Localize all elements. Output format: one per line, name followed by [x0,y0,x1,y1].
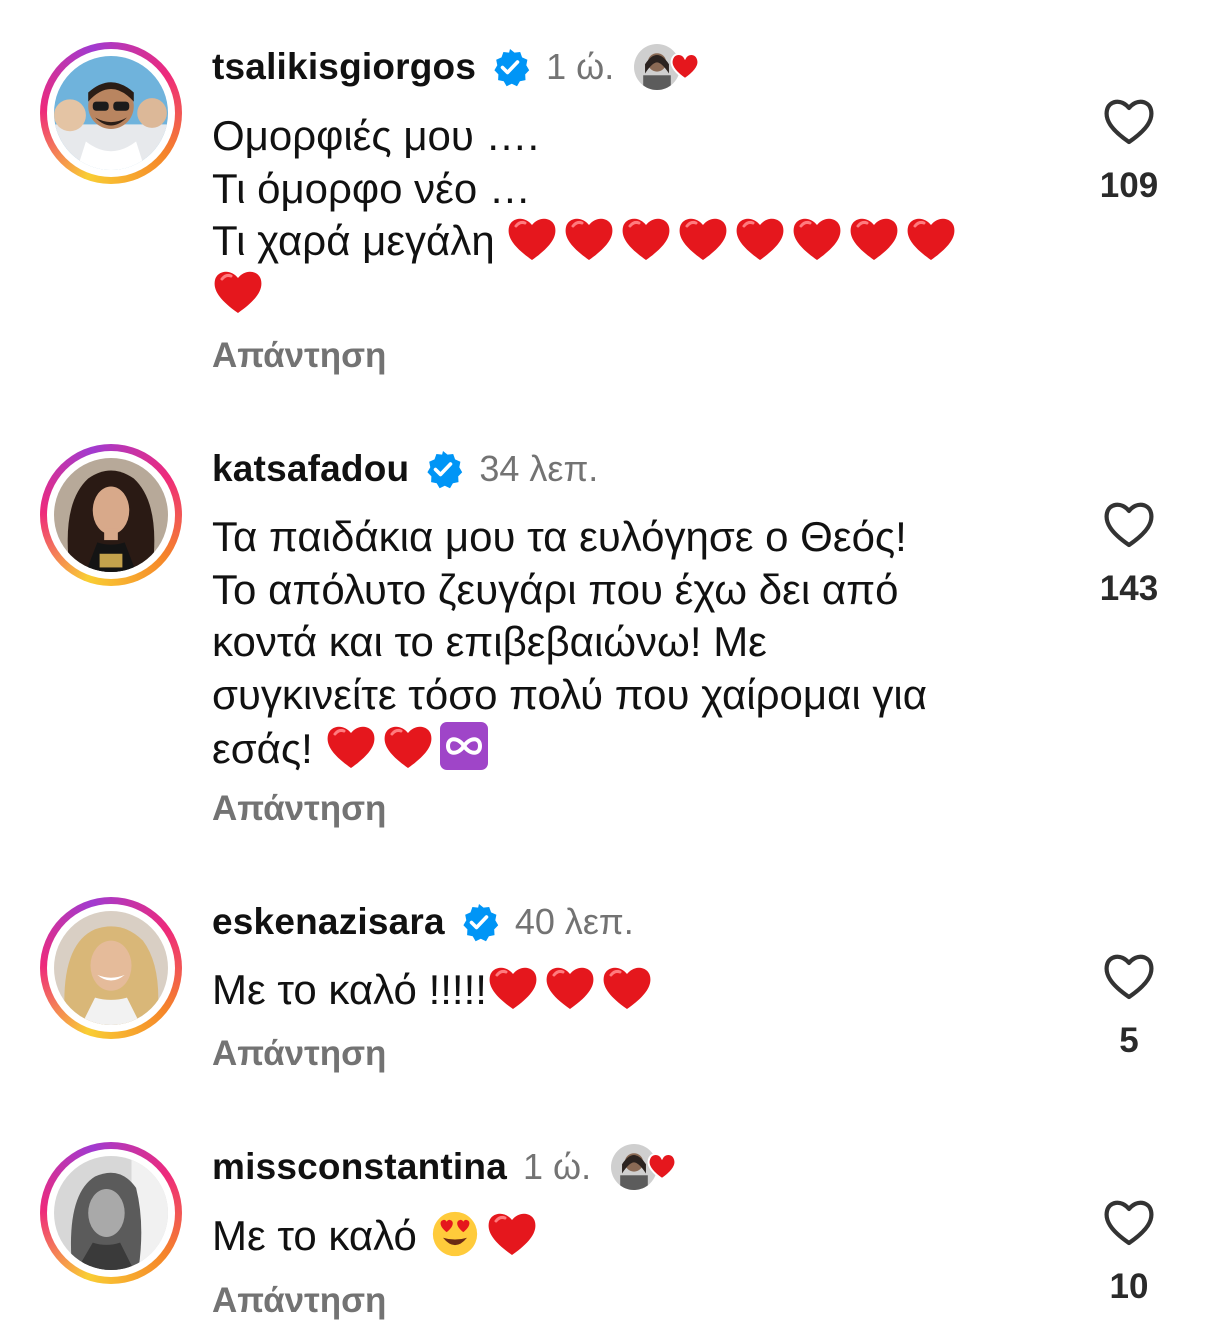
comment-username[interactable]: tsalikisgiorgos [212,46,476,88]
red-heart-emoji-icon [736,218,784,260]
reply-button[interactable]: Απάντηση [212,789,386,829]
comment-text: Τα παιδάκια μου τα ευλόγησε ο Θεός! Το α… [212,513,927,772]
heart-icon [670,53,700,80]
avatar[interactable] [40,42,182,184]
red-heart-emoji-icon [850,218,898,260]
comment-time: 1 ώ. [546,46,615,87]
comment-time: 1 ώ. [522,1146,592,1187]
red-heart-emoji-icon [384,726,431,768]
like-heart-icon[interactable] [1102,96,1156,146]
like-count: 109 [1099,166,1159,205]
red-heart-emoji-icon [489,967,537,1009]
infinity-emoji-icon [439,722,488,770]
like-heart-icon[interactable] [1102,1197,1156,1247]
comment-time: 34 λεπ. [479,448,599,489]
comment-text: Με το καλό [212,1210,1072,1263]
red-heart-emoji-icon [793,218,841,260]
red-heart-emoji-icon [488,1213,535,1255]
red-heart-emoji-icon [907,218,955,260]
comment-username[interactable]: missconstantina [212,1146,507,1188]
like-heart-icon[interactable] [1102,951,1156,1001]
comment-text: Με το καλό !!!!! [212,964,1072,1017]
liked-by-creator-indicator [632,40,706,94]
red-heart-emoji-icon [508,218,556,260]
red-heart-emoji-icon [214,271,262,313]
verified-badge-icon [463,904,499,942]
reply-button[interactable]: Απάντηση [212,1034,386,1074]
comment-username[interactable]: eskenazisara [212,901,445,943]
comment-text: Ομορφιές μου …. Τι όμορφο νέο … Τι χαρά … [212,110,1072,320]
red-heart-emoji-icon [546,967,594,1009]
like-count: 143 [1099,569,1159,608]
comment-time: 40 λεπ. [514,901,634,942]
like-count: 5 [1119,1021,1139,1060]
like-heart-icon[interactable] [1102,499,1156,549]
liked-by-creator-indicator [609,1140,683,1194]
heart-eyes-face-emoji-icon [432,1211,477,1257]
heart-icon [647,1153,677,1180]
red-heart-emoji-icon [679,218,727,260]
avatar[interactable] [40,1142,182,1284]
comment-username[interactable]: katsafadou [212,448,409,490]
avatar[interactable] [40,897,182,1039]
like-count: 10 [1109,1267,1149,1306]
red-heart-emoji-icon [622,218,670,260]
red-heart-emoji-icon [565,218,613,260]
verified-badge-icon [494,49,530,87]
reply-button[interactable]: Απάντηση [212,1281,386,1321]
reply-button[interactable]: Απάντηση [212,336,386,376]
verified-badge-icon [427,451,463,489]
red-heart-emoji-icon [327,726,374,768]
red-heart-emoji-icon [603,967,651,1009]
avatar[interactable] [40,444,182,586]
